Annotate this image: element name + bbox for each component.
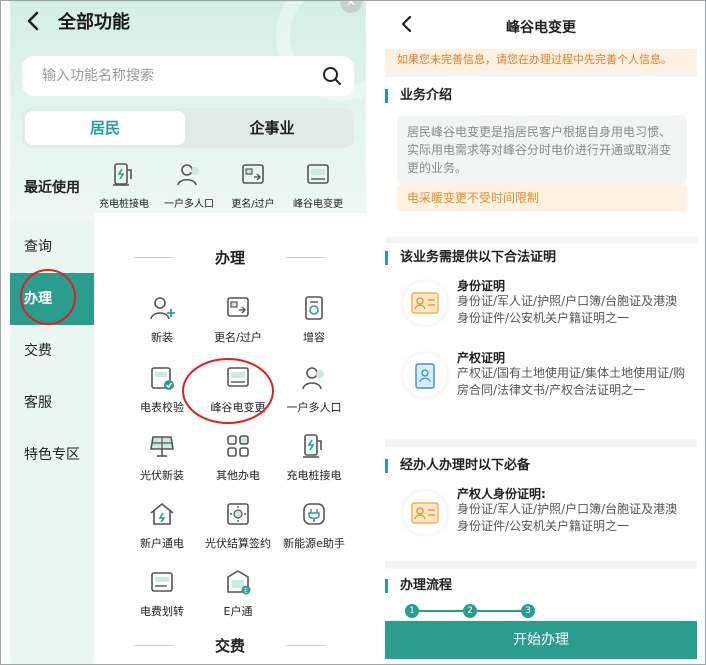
- function-rename[interactable]: 更名/过户: [198, 293, 278, 345]
- nav-item-payment[interactable]: 交费: [10, 325, 94, 377]
- recent-item-multi-person[interactable]: 一户多人口: [157, 161, 221, 210]
- charging-pile-icon: [303, 434, 322, 458]
- function-new-power[interactable]: 新户通电: [122, 499, 202, 551]
- function-solar-install[interactable]: 光伏新装: [122, 431, 202, 483]
- person-group-icon: [177, 164, 199, 186]
- function-bill-transfer[interactable]: 电费划转: [122, 567, 202, 619]
- nav-item-special[interactable]: 特色专区: [10, 429, 94, 481]
- page-title: 全部功能: [58, 12, 130, 33]
- function-solar-settlement[interactable]: 光伏结算签约: [198, 499, 278, 551]
- nav-item-service[interactable]: 客服: [10, 377, 94, 429]
- divider: [286, 645, 326, 646]
- house-icon: [150, 502, 174, 525]
- e-account-icon: E: [227, 570, 251, 595]
- highlight-circle-handle: [20, 269, 76, 325]
- agent-card: 经办人办理时以下必备 产权人身份证明: 身份证/军人证/护照/户口簿/台胞证及港…: [385, 447, 697, 561]
- peak-valley-detail-screen: 峰谷电变更 如果您未完善信息，请您在办理过程中先完善个人信息。 业务介绍 居民峰…: [385, 1, 697, 664]
- transfer-card-icon: [227, 297, 249, 317]
- process-steps: 1 2 3: [405, 604, 535, 618]
- property-doc-icon: [403, 353, 447, 397]
- search-icon[interactable]: [322, 66, 342, 86]
- intro-title: 业务介绍: [385, 89, 452, 103]
- solar-panel-icon: [150, 436, 174, 457]
- function-capacity[interactable]: 增容: [274, 293, 354, 345]
- transfer-card-icon: [242, 164, 264, 184]
- svg-text:E: E: [244, 588, 248, 595]
- search-input[interactable]: 输入功能名称搜索: [22, 56, 354, 96]
- function-e-account[interactable]: E E户通: [198, 567, 278, 619]
- meter-icon: [307, 164, 329, 184]
- sun-icon: [227, 503, 249, 525]
- notice-banner: 如果您未完善信息，请您在办理过程中先完善个人信息。: [385, 49, 697, 71]
- search-placeholder: 输入功能名称搜索: [42, 68, 154, 84]
- id-card-icon: [403, 491, 447, 535]
- all-functions-screen: ✕ 全部功能 输入功能名称搜索 居民 企事业 最近使用 充电桩接电 一户多人口 …: [10, 1, 366, 664]
- highlight-circle-peak-valley: [182, 358, 274, 424]
- back-button[interactable]: [26, 11, 40, 37]
- person-group-icon: [302, 367, 324, 390]
- function-ev-assistant[interactable]: 新能源e助手: [274, 499, 354, 551]
- capacity-icon: [305, 296, 323, 320]
- intro-warning: 电采暖变更不受时间限制: [397, 185, 687, 211]
- user-add-icon: [150, 297, 175, 320]
- page-title: 峰谷电变更: [506, 20, 576, 36]
- id-card-icon: [403, 281, 447, 325]
- step-1: 1: [405, 604, 419, 618]
- other-service-icon: [227, 435, 249, 457]
- function-list: 办理 新装 更名/过户 增容 电表校验 峰谷电变更 一户多人口 光伏新装 其他办…: [94, 213, 366, 664]
- charging-pile-icon: [113, 163, 132, 186]
- proof-desc-identity: 身份证/军人证/护照/户口簿/台胞证及港澳身份证件/公安机关户籍证明之一: [457, 294, 678, 325]
- function-multi-person[interactable]: 一户多人口: [274, 363, 354, 415]
- bill-icon: [151, 572, 173, 592]
- meter-check-icon: [151, 367, 174, 390]
- agent-proof-desc: 身份证/军人证/护照/户口簿/台胞证及港澳身份证件/公安机关户籍证明之一: [457, 502, 678, 533]
- tab-enterprise[interactable]: 企事业: [192, 111, 352, 145]
- chevron-left-icon: [27, 11, 39, 31]
- proof-desc-property: 产权证/国有土地使用证/集体土地使用证/购房合同/法律文书/产权合法证明之一: [457, 366, 686, 397]
- nav-item-query[interactable]: 查询: [10, 221, 94, 273]
- tab-resident[interactable]: 居民: [25, 111, 185, 145]
- function-charging-pile[interactable]: 充电桩接电: [274, 431, 354, 483]
- function-other[interactable]: 其他办电: [198, 431, 278, 483]
- recent-item-rename[interactable]: 更名/过户: [221, 161, 285, 210]
- recent-item-peak-valley[interactable]: 峰谷电变更: [286, 161, 350, 210]
- proof-title-property: 产权证明: [457, 351, 506, 365]
- user-type-tabs: 居民 企事业: [22, 108, 354, 148]
- proofs-card: 该业务需提供以下合法证明 身份证明 身份证/军人证/护照/户口簿/台胞证及港澳身…: [385, 243, 697, 439]
- intro-card: 业务介绍 居民峰谷电变更是指居民客户根据自身用电习惯、实际用电需求等对峰谷分时电…: [385, 77, 697, 237]
- header: 峰谷电变更: [385, 1, 697, 49]
- agent-title: 经办人办理时以下必备: [385, 459, 530, 473]
- function-new-install[interactable]: 新装: [122, 293, 202, 345]
- proof-title-identity: 身份证明: [457, 279, 506, 293]
- recent-item-charging-pile[interactable]: 充电桩接电: [92, 161, 156, 210]
- agent-proof-title: 产权人身份证明:: [457, 487, 546, 501]
- ev-plug-icon: [303, 503, 325, 525]
- intro-description: 居民峰谷电变更是指居民客户根据自身用电习惯、实际用电需求等对峰谷分时电价进行开通…: [397, 115, 687, 185]
- proofs-title: 该业务需提供以下合法证明: [385, 251, 556, 265]
- process-title: 办理流程: [385, 579, 452, 593]
- screenshot-frame: ✕ 全部功能 输入功能名称搜索 居民 企事业 最近使用 充电桩接电 一户多人口 …: [0, 0, 706, 665]
- start-button[interactable]: 开始办理: [385, 621, 697, 659]
- recent-label: 最近使用: [24, 180, 80, 196]
- step-3: 3: [521, 604, 535, 618]
- step-2: 2: [463, 604, 477, 618]
- divider: [286, 257, 326, 258]
- process-card: 办理流程: [385, 569, 697, 629]
- header: 全部功能: [10, 11, 310, 37]
